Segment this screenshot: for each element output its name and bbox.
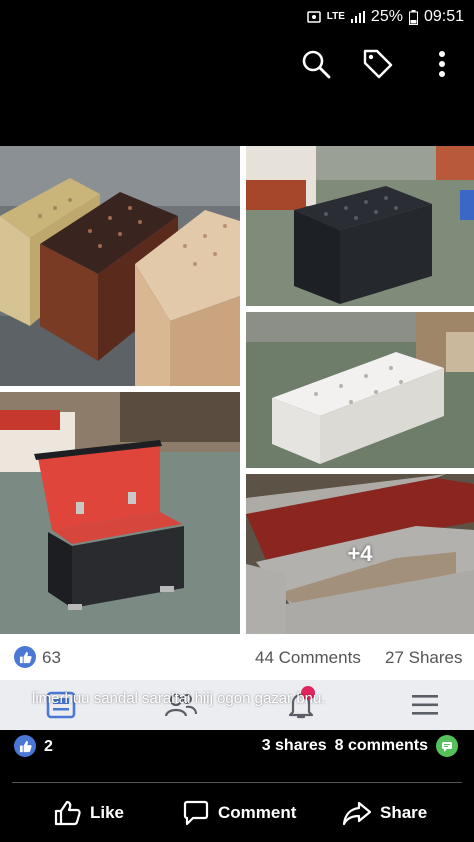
comment-count-link[interactable]: 44 Comments — [255, 648, 361, 668]
thumbs-up-icon — [54, 800, 81, 826]
search-icon — [302, 50, 331, 79]
more-photos-count: +4 — [347, 541, 373, 566]
top-app-bar — [0, 34, 474, 94]
post-action-bar: Like Comment Share — [0, 792, 474, 834]
network-type: LTE — [326, 11, 345, 22]
photo-gallery: +4 — [0, 146, 474, 634]
menu-icon — [412, 695, 438, 715]
photo-open-storage-bench[interactable]: +4 — [246, 474, 474, 634]
shares-count-link[interactable]: 3 shares — [262, 737, 327, 755]
screenshot-notification-icon — [307, 10, 321, 24]
post-stats-right: 3 shares 8 comments — [262, 735, 458, 757]
photo-ottomans-three[interactable] — [0, 146, 240, 386]
like-reaction-icon — [14, 735, 36, 757]
comment-bubble-icon — [436, 735, 458, 757]
battery-level: 25% — [370, 8, 403, 25]
share-arrow-icon — [342, 801, 372, 826]
more-vertical-icon — [439, 51, 445, 77]
photo-black-ottoman[interactable] — [246, 146, 474, 306]
share-button[interactable]: Share — [342, 798, 427, 828]
status-bar: LTE 25% 09:51 — [0, 0, 474, 34]
divider — [12, 782, 462, 783]
like-button-label: Like — [90, 803, 125, 822]
like-reaction-icon — [14, 646, 36, 668]
reaction-count[interactable]: 63 — [42, 648, 61, 668]
bottom-navigation-bar: limerhuu sandal saraltai hiij ogon gazar… — [0, 680, 474, 730]
more-options-button[interactable] — [422, 44, 462, 84]
comment-button-label: Comment — [218, 803, 297, 822]
comment-button[interactable]: Comment — [182, 798, 296, 828]
search-button[interactable] — [296, 44, 336, 84]
photo-open-storage-ottoman[interactable] — [0, 392, 240, 634]
tag-icon — [363, 49, 393, 79]
post-caption: limerhuu sandal saraltai hiij ogon gazar… — [32, 690, 326, 707]
battery-icon — [408, 9, 418, 25]
reaction-summary: 63 44 Comments 27 Shares — [0, 634, 474, 680]
photo-white-ottoman[interactable] — [246, 312, 474, 468]
like-count[interactable]: 2 — [44, 738, 53, 756]
like-button[interactable]: Like — [54, 798, 124, 828]
comment-icon — [183, 800, 209, 826]
share-button-label: Share — [380, 803, 428, 822]
share-count-link[interactable]: 27 Shares — [385, 648, 463, 668]
clock: 09:51 — [423, 8, 464, 25]
nav-menu[interactable] — [408, 688, 442, 722]
signal-icon — [350, 11, 365, 23]
tag-button[interactable] — [358, 44, 398, 84]
comments-count-link[interactable]: 8 comments — [335, 737, 428, 755]
post-stats-row: 2 3 shares 8 comments — [0, 730, 474, 766]
